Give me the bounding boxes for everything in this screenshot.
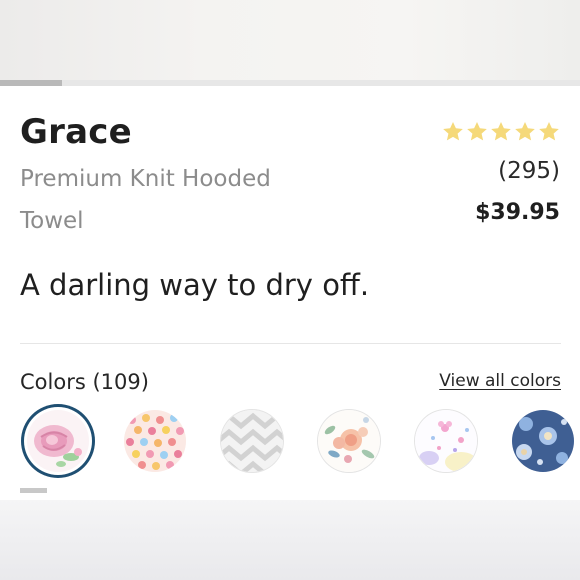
pink-rose-icon bbox=[27, 410, 89, 472]
star-icon bbox=[539, 122, 559, 141]
color-swatch[interactable] bbox=[221, 410, 283, 472]
product-tagline: A darling way to dry off. bbox=[20, 268, 370, 302]
navy-floral-icon bbox=[512, 410, 574, 472]
product-title: Grace bbox=[20, 112, 132, 152]
rating-stars[interactable] bbox=[441, 120, 561, 148]
color-swatch[interactable] bbox=[124, 410, 186, 472]
swatch-scroll-indicator bbox=[20, 488, 47, 493]
color-swatch[interactable] bbox=[512, 410, 574, 472]
background-photo-bottom bbox=[0, 500, 580, 580]
view-all-colors-link[interactable]: View all colors bbox=[439, 371, 561, 391]
color-swatch[interactable] bbox=[27, 410, 89, 472]
colors-heading: Colors (109) bbox=[20, 370, 149, 394]
star-icon bbox=[515, 122, 535, 141]
star-icon bbox=[443, 122, 463, 141]
peach-floral-icon bbox=[318, 410, 380, 472]
watercolor-dots-icon bbox=[124, 410, 186, 472]
product-price: $39.95 bbox=[475, 200, 560, 225]
gray-herringbone-icon bbox=[221, 410, 283, 472]
color-swatch[interactable] bbox=[318, 410, 380, 472]
review-count-link[interactable]: (295) bbox=[498, 158, 560, 184]
pastel-confetti-icon bbox=[415, 410, 477, 472]
product-subtitle: Premium Knit Hooded Towel bbox=[20, 166, 271, 234]
section-divider bbox=[20, 343, 561, 344]
star-icon bbox=[467, 122, 487, 141]
color-swatch[interactable] bbox=[415, 410, 477, 472]
background-photo-top bbox=[0, 0, 580, 80]
star-icon bbox=[491, 122, 511, 141]
